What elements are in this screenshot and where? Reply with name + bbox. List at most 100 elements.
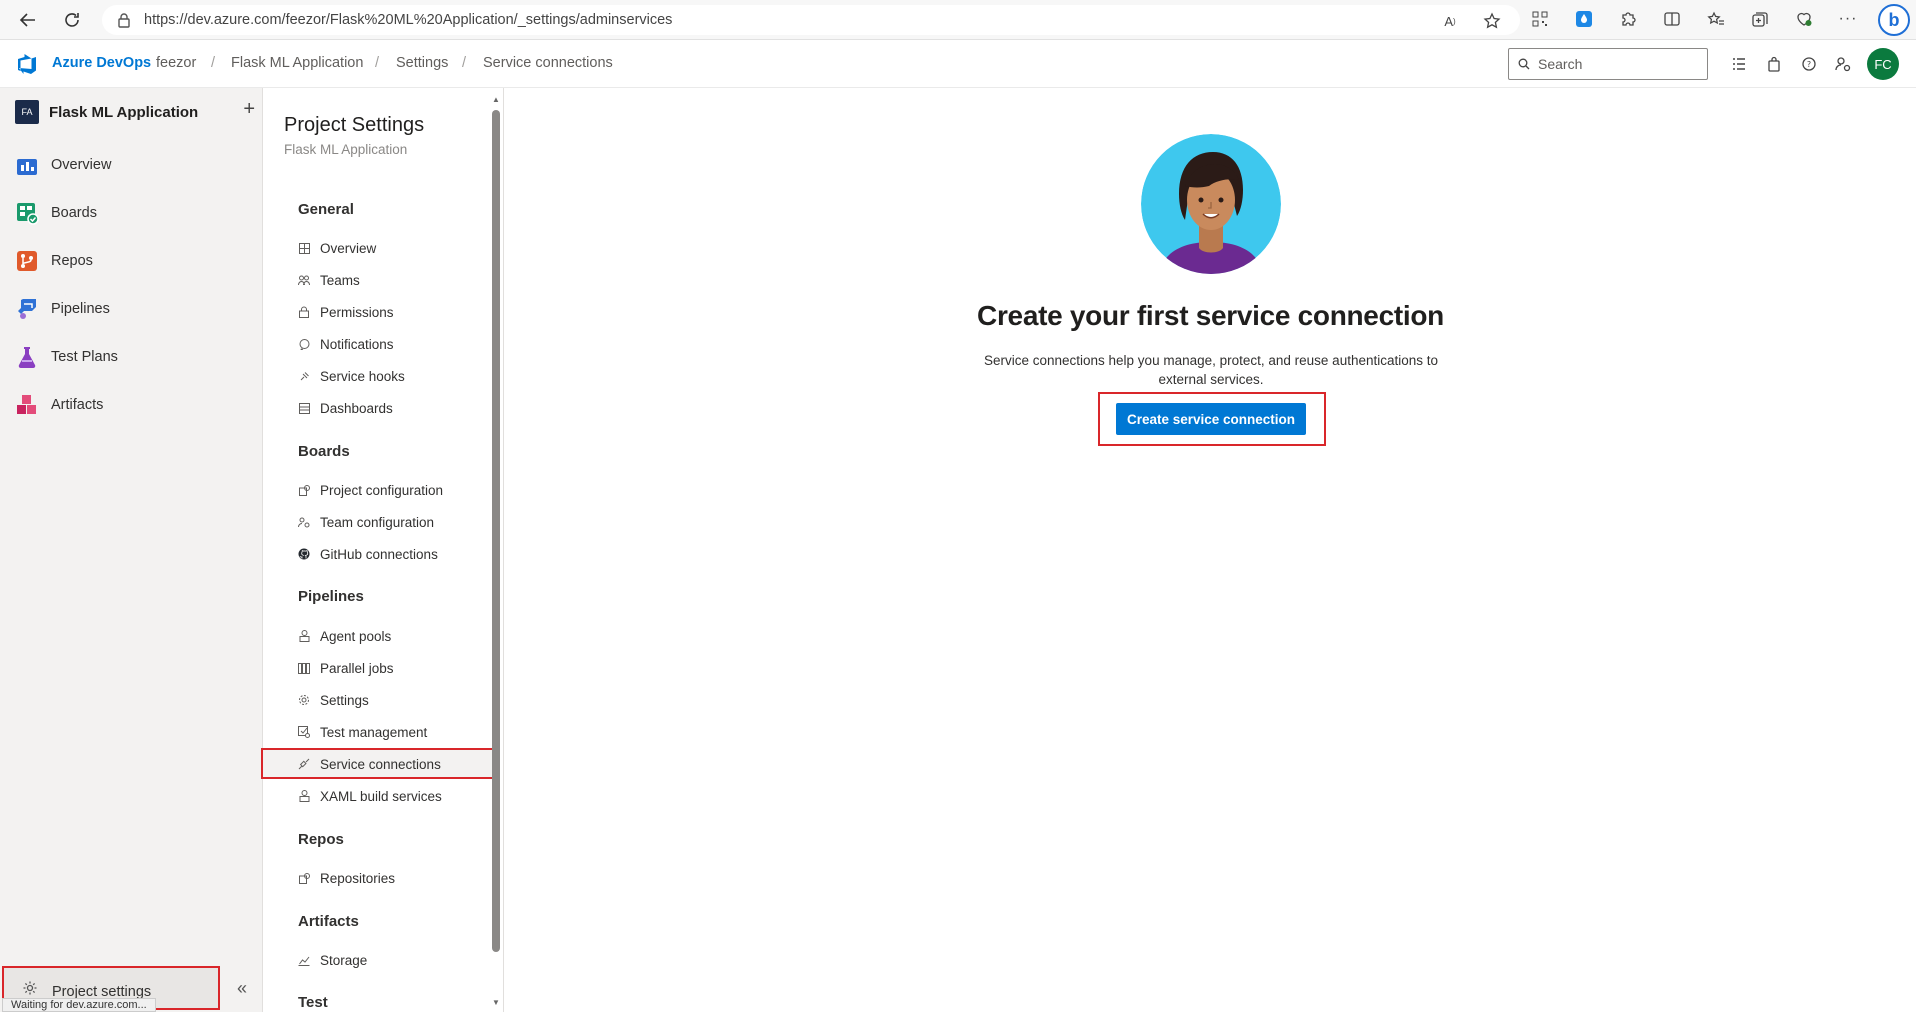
- notification-chat-icon: [298, 338, 310, 350]
- address-bar[interactable]: https://dev.azure.com/feezor/Flask%20ML%…: [102, 5, 1520, 35]
- overview-grid-icon: [298, 242, 310, 254]
- user-settings-icon[interactable]: [1832, 53, 1854, 75]
- settings-item-service-hooks[interactable]: Service hooks: [298, 362, 498, 390]
- browser-toolbar: https://dev.azure.com/feezor/Flask%20ML%…: [0, 0, 1916, 40]
- nav-item-artifacts[interactable]: Artifacts: [15, 390, 255, 420]
- search-box[interactable]: [1508, 48, 1708, 80]
- settings-item-notifications[interactable]: Notifications: [298, 330, 498, 358]
- settings-item-teams[interactable]: Teams: [298, 266, 498, 294]
- help-icon[interactable]: ?: [1798, 53, 1820, 75]
- qr-code-icon[interactable]: [1530, 9, 1550, 29]
- settings-item-label: Service connections: [320, 756, 441, 772]
- empty-state-description: Service connections help you manage, pro…: [983, 353, 1439, 387]
- split-screen-icon[interactable]: [1662, 9, 1682, 29]
- gear-icon: [298, 694, 310, 706]
- settings-item-github-connections[interactable]: GitHub connections: [298, 540, 498, 568]
- work-items-list-icon[interactable]: [1728, 53, 1750, 75]
- section-pipelines-heading: Pipelines: [298, 588, 364, 605]
- browser-essentials-icon[interactable]: [1794, 9, 1814, 29]
- scroll-down-arrow-icon[interactable]: ▼: [491, 997, 501, 1007]
- settings-scrollbar-thumb[interactable]: [492, 110, 500, 952]
- lock-icon[interactable]: [116, 12, 132, 28]
- parallel-bars-icon: [298, 662, 310, 674]
- settings-item-test-management[interactable]: Test management: [298, 718, 498, 746]
- breadcrumb-separator: /: [211, 55, 216, 71]
- nav-item-label: Test Plans: [51, 349, 118, 365]
- section-test-heading: Test: [298, 994, 328, 1011]
- nav-item-boards[interactable]: Boards: [15, 198, 255, 228]
- collapse-nav-icon[interactable]: «: [232, 978, 252, 998]
- nav-item-label: Boards: [51, 205, 97, 221]
- collections-icon[interactable]: [1750, 9, 1770, 29]
- settings-item-label: Storage: [320, 952, 368, 968]
- nav-item-overview[interactable]: Overview: [15, 150, 255, 180]
- settings-item-label: Repositories: [320, 870, 396, 886]
- lock-icon: [298, 306, 310, 318]
- more-options-icon[interactable]: ···: [1838, 9, 1858, 29]
- svg-text:?: ?: [1807, 60, 1811, 69]
- settings-item-label: XAML build services: [320, 788, 442, 804]
- settings-item-permissions[interactable]: Permissions: [298, 298, 498, 326]
- settings-item-xaml-build-services[interactable]: XAML build services: [298, 782, 498, 810]
- breadcrumb-current: Service connections: [483, 55, 613, 71]
- breadcrumb-organization[interactable]: feezor: [156, 55, 196, 71]
- project-badge: FA: [15, 100, 39, 124]
- settings-item-service-connections[interactable]: Service connections: [298, 750, 498, 778]
- nav-item-test-plans[interactable]: Test Plans: [15, 342, 255, 372]
- settings-item-label: Test management: [320, 724, 428, 740]
- azure-devops-logo-icon[interactable]: [16, 53, 38, 75]
- settings-item-repositories[interactable]: Repositories: [298, 864, 498, 892]
- project-name[interactable]: Flask ML Application: [49, 104, 198, 121]
- nav-item-label: Pipelines: [51, 301, 110, 317]
- nav-item-pipelines[interactable]: Pipelines: [15, 294, 255, 324]
- settings-item-overview[interactable]: Overview: [298, 234, 498, 262]
- breadcrumb-separator: /: [375, 55, 380, 71]
- breadcrumb-project[interactable]: Flask ML Application: [231, 55, 363, 71]
- bing-copilot-icon[interactable]: b: [1878, 4, 1910, 36]
- settings-title: Project Settings: [284, 114, 425, 136]
- read-aloud-icon[interactable]: A): [1440, 11, 1460, 31]
- repository-icon: [298, 872, 310, 884]
- settings-subtitle: Flask ML Application: [284, 142, 408, 157]
- settings-item-project-configuration[interactable]: Project configuration: [298, 476, 498, 504]
- ado-top-bar: Azure DevOps feezor / Flask ML Applicati…: [0, 40, 1916, 88]
- settings-item-dashboards[interactable]: Dashboards: [298, 394, 498, 422]
- settings-item-parallel-jobs[interactable]: Parallel jobs: [298, 654, 498, 682]
- add-new-icon[interactable]: +: [243, 98, 255, 121]
- search-input[interactable]: [1538, 56, 1698, 72]
- settings-item-storage[interactable]: Storage: [298, 946, 498, 974]
- avatar[interactable]: FC: [1867, 48, 1899, 80]
- settings-item-label: GitHub connections: [320, 546, 438, 562]
- person-illustration: [1141, 134, 1281, 274]
- boards-icon: [17, 203, 39, 225]
- back-arrow-icon[interactable]: [14, 6, 42, 34]
- breadcrumb-settings[interactable]: Settings: [396, 55, 448, 71]
- nav-item-repos[interactable]: Repos: [15, 246, 255, 276]
- settings-item-label: Notifications: [320, 336, 394, 352]
- extensions-puzzle-icon[interactable]: [1618, 9, 1638, 29]
- extension-drop-icon[interactable]: [1574, 9, 1594, 29]
- settings-item-pipeline-settings[interactable]: Settings: [298, 686, 498, 714]
- create-service-connection-button[interactable]: Create service connection: [1116, 403, 1306, 435]
- section-general-heading: General: [298, 201, 354, 218]
- favorite-star-icon[interactable]: [1482, 11, 1502, 31]
- settings-item-label: Permissions: [320, 304, 394, 320]
- favorites-list-icon[interactable]: [1706, 9, 1726, 29]
- storage-chart-icon: [298, 954, 310, 966]
- artifacts-icon: [17, 395, 36, 414]
- teams-icon: [298, 274, 310, 286]
- brand-link[interactable]: Azure DevOps: [52, 55, 151, 71]
- breadcrumb-separator: /: [462, 55, 467, 71]
- configuration-icon: [298, 484, 310, 496]
- scroll-up-arrow-icon[interactable]: ▲: [491, 94, 501, 104]
- project-header[interactable]: FA Flask ML Application +: [15, 98, 255, 124]
- dashboard-icon: [298, 402, 310, 414]
- test-plans-icon: [18, 347, 36, 369]
- settings-item-team-configuration[interactable]: Team configuration: [298, 508, 498, 536]
- section-repos-heading: Repos: [298, 831, 344, 848]
- url-text[interactable]: https://dev.azure.com/feezor/Flask%20ML%…: [144, 12, 672, 28]
- marketplace-bag-icon[interactable]: [1763, 53, 1785, 75]
- settings-item-agent-pools[interactable]: Agent pools: [298, 622, 498, 650]
- section-artifacts-heading: Artifacts: [298, 913, 359, 930]
- refresh-icon[interactable]: [58, 6, 86, 34]
